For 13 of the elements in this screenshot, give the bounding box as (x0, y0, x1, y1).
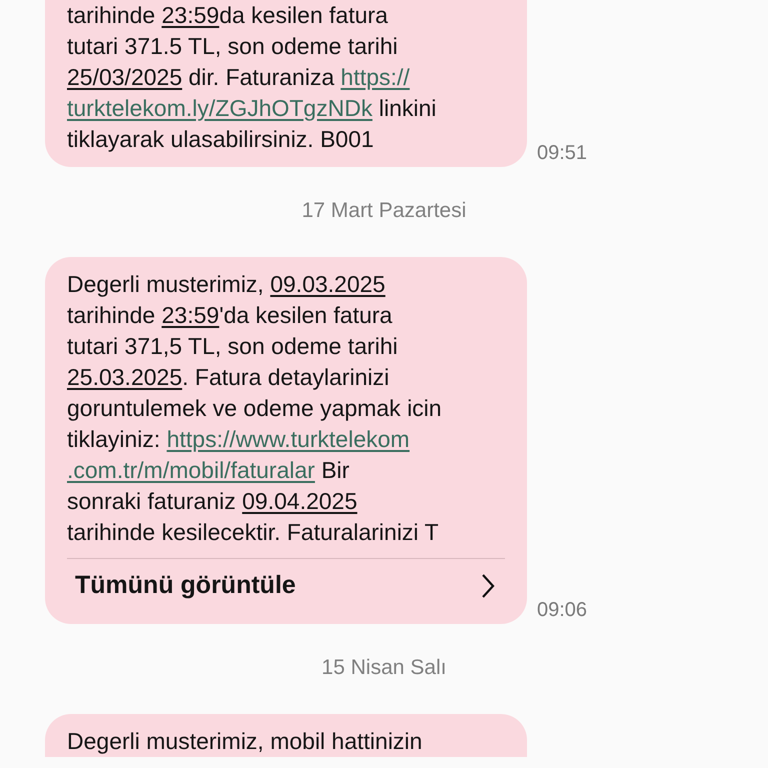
message-time: 09:06 (537, 599, 588, 623)
message-link[interactable]: https://www.turktelekom (166, 426, 410, 452)
message-link[interactable]: https:// (340, 64, 410, 90)
message-text: tarihinde 23:59da kesilen fatura tutari 371.5 TL, son odeme tarihi 25/03/2025 dir. Faturaniza https:// turktelekom.ly/ZGJhOTgzNDk linkini tiklayarak ulasabilirsiniz. B001 (67, 1, 438, 154)
message-time: 09:51 (537, 142, 588, 166)
date-separator: 17 Mart Pazartesi (302, 199, 466, 223)
message-link[interactable]: .com.tr/m/mobil/faturalar (67, 457, 315, 483)
message-link[interactable]: turktelekom.ly/ZGJhOTgzNDk (67, 95, 372, 121)
date-separator: 15 Nisan Salı (322, 656, 446, 680)
chevron-right-icon (481, 572, 495, 598)
message-text: Degerli musterimiz, 09.03.2025 tarihinde 23:59'da kesilen fatura tutari 371,5 TL, son odeme tarihi 25.03.2025. Fatura detaylarinizi goruntulemek ve odeme yapmak icin tiklayiniz: https://www.turktelekom .com.tr/m/mobil/faturalar Bir sonraki faturaniz 09.04.2025 tarihinde kesilecektir. Faturalarinizi T (67, 270, 443, 547)
view-all-button[interactable]: Tümünü görüntüle (67, 559, 505, 612)
message-text: Degerli musterimiz, mobil hattinizin (67, 727, 424, 756)
